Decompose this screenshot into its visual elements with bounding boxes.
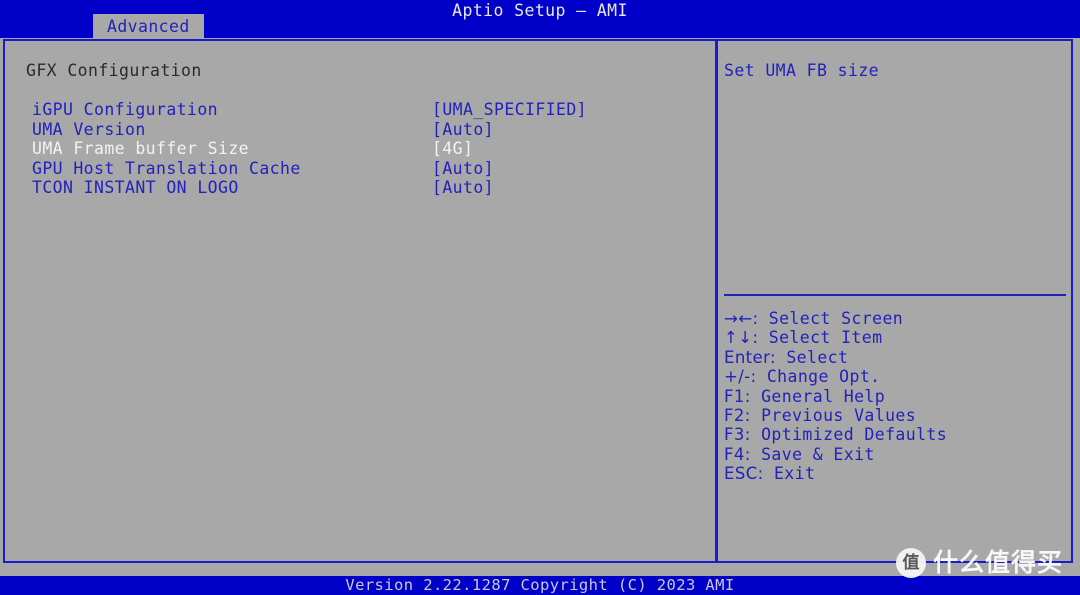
legend-action: General Help (761, 386, 886, 406)
settings-list: iGPU Configuration [UMA_SPECIFIED] UMA Ver… (26, 100, 686, 198)
legend-keys: ↑↓: (724, 328, 759, 348)
legend-action: Select (786, 347, 849, 367)
settings-pane: GFX Configuration iGPU Configuration [UMA… (8, 44, 710, 558)
setting-row[interactable]: GPU Host Translation Cache [Auto] (26, 159, 686, 179)
menu-tab-strip: Advanced (0, 14, 1080, 40)
legend-action: Save & Exit (761, 444, 875, 464)
key-legend: →←: Select Screen ↑↓: Select Item Enter: S… (724, 309, 1068, 484)
legend-action: Change Opt. (766, 367, 881, 387)
setting-label: iGPU Configuration (32, 100, 219, 119)
legend-row: F4: Save & Exit (724, 445, 1068, 464)
content-area: GFX Configuration iGPU Configuration [UMA… (0, 38, 1080, 576)
help-text: Set UMA FB size (724, 61, 880, 80)
section-title: GFX Configuration (26, 61, 202, 80)
help-pane: Set UMA FB size →←: Select Screen ↑↓: Sel… (722, 44, 1068, 558)
setting-value[interactable]: [UMA_SPECIFIED] (432, 100, 587, 120)
legend-keys: →←: (724, 309, 759, 328)
legend-keys: F2: (724, 405, 751, 425)
legend-keys: F3: (724, 425, 751, 445)
setting-row[interactable]: TCON INSTANT ON LOGO [Auto] (26, 178, 686, 198)
legend-row: Enter: Select (724, 348, 1068, 367)
legend-row: F3: Optimized Defaults (724, 425, 1068, 444)
legend-row: ESC: Exit (724, 464, 1068, 483)
legend-row: ↑↓: Select Item (724, 328, 1068, 347)
legend-action: Select Screen (768, 309, 904, 328)
setting-value[interactable]: [Auto] (432, 159, 494, 179)
setting-value[interactable]: [Auto] (432, 120, 494, 140)
setting-label: UMA Version (32, 119, 146, 139)
legend-keys: Enter: (724, 347, 776, 367)
legend-keys: ESC: (724, 464, 764, 484)
tab-advanced[interactable]: Advanced (93, 14, 204, 40)
setting-label: TCON INSTANT ON LOGO (32, 178, 239, 197)
legend-row: →←: Select Screen (724, 309, 1068, 328)
watermark-logo-icon: 值 (896, 548, 926, 578)
bios-setup-screen: Aptio Setup – AMI Advanced GFX Configura… (0, 0, 1080, 595)
setting-row[interactable]: iGPU Configuration [UMA_SPECIFIED] (26, 100, 686, 120)
legend-action: Optimized Defaults (761, 425, 948, 445)
legend-action: Previous Values (761, 405, 917, 425)
legend-row: F2: Previous Values (724, 406, 1068, 425)
watermark: 值 什么值得买 (896, 546, 1063, 580)
legend-row: +/-: Change Opt. (724, 367, 1068, 386)
setting-row[interactable]: UMA Frame buffer Size [4G] (26, 139, 686, 159)
setting-row[interactable]: UMA Version [Auto] (26, 120, 686, 140)
legend-keys: +/-: (724, 367, 757, 387)
help-separator (724, 294, 1066, 296)
pane-divider (715, 39, 718, 563)
setting-value[interactable]: [4G] (432, 139, 473, 159)
legend-row: F1: General Help (724, 387, 1068, 406)
legend-keys: F4: (724, 444, 751, 464)
legend-action: Exit (773, 464, 816, 484)
setting-label: GPU Host Translation Cache (32, 158, 301, 178)
watermark-text: 什么值得买 (933, 548, 1064, 577)
setting-label: UMA Frame buffer Size (32, 139, 250, 158)
setting-value[interactable]: [Auto] (432, 178, 494, 198)
legend-keys: F1: (724, 386, 751, 406)
legend-action: Select Item (768, 328, 883, 348)
